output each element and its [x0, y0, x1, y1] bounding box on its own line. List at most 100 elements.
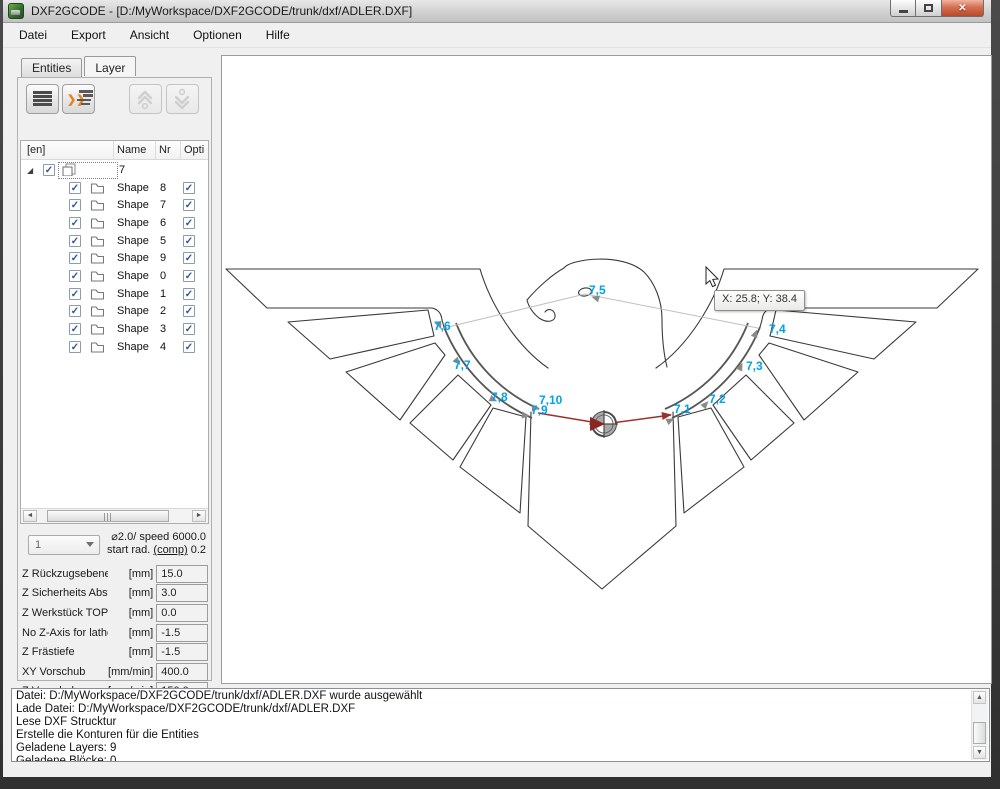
shape-icon	[90, 181, 104, 194]
move-layer-up-button[interactable]	[129, 84, 162, 114]
param-field[interactable]: -1.5	[156, 624, 208, 642]
tree-hscrollbar[interactable]: ◄ ►	[21, 508, 208, 523]
shape-checkbox[interactable]: ✓	[69, 217, 81, 229]
shape-nr: 1	[160, 288, 166, 300]
param-field[interactable]: 3.0	[156, 584, 208, 602]
chevron-down-icon	[167, 85, 198, 113]
log-lines: Datei: D:/MyWorkspace/DXF2GCODE/trunk/dx…	[16, 690, 969, 762]
shape-nr: 7	[160, 199, 166, 211]
shape-option-checkbox[interactable]: ✓	[183, 235, 195, 247]
path-marker-label: 7,6	[434, 319, 451, 333]
scroll-thumb[interactable]	[47, 510, 169, 522]
param-row: Z Sicherheits Abstand [mm] 3.0	[22, 584, 208, 604]
move-layer-down-button[interactable]	[166, 84, 199, 114]
shape-checkbox[interactable]: ✓	[69, 323, 81, 335]
shape-row[interactable]: ✓ Shape 4 ✓	[21, 339, 208, 356]
maximize-button[interactable]	[916, 0, 942, 17]
shape-option-checkbox[interactable]: ✓	[183, 323, 195, 335]
path-marker-label: 7,10	[539, 393, 562, 407]
param-field[interactable]: 0.0	[156, 604, 208, 622]
shape-row[interactable]: ✓ Shape 3 ✓	[21, 321, 208, 338]
shape-option-checkbox[interactable]: ✓	[183, 217, 195, 229]
close-button[interactable]: ✕	[942, 0, 984, 17]
shape-checkbox[interactable]: ✓	[69, 305, 81, 317]
shape-icon	[90, 287, 104, 300]
scroll-left-icon[interactable]: ◄	[23, 510, 37, 522]
shape-row[interactable]: ✓ Shape 1 ✓	[21, 286, 208, 303]
expand-list-button[interactable]: ❯❯	[62, 84, 95, 114]
menu-item-export[interactable]: Export	[61, 25, 116, 45]
shape-icon	[90, 234, 104, 247]
log-panel: Datei: D:/MyWorkspace/DXF2GCODE/trunk/dx…	[11, 688, 990, 762]
shape-checkbox[interactable]: ✓	[69, 270, 81, 282]
tool-select[interactable]: 1	[28, 535, 100, 555]
shape-checkbox[interactable]: ✓	[69, 341, 81, 353]
collapse-list-button[interactable]	[26, 84, 59, 114]
list-icon	[33, 91, 52, 107]
shape-option-checkbox[interactable]: ✓	[183, 252, 195, 264]
menu-item-hilfe[interactable]: Hilfe	[256, 25, 300, 45]
tab-entities[interactable]: Entities	[21, 58, 82, 78]
shape-checkbox[interactable]: ✓	[69, 199, 81, 211]
origin-symbol	[590, 410, 618, 438]
shape-checkbox[interactable]: ✓	[69, 252, 81, 264]
shape-name: Shape	[117, 235, 149, 247]
tree-header[interactable]: [en] Name Nr Opti	[21, 141, 208, 160]
layer-row[interactable]: ◢ ✓ 7	[21, 162, 208, 179]
comp-link[interactable]: (comp)	[153, 544, 187, 556]
shape-icon	[90, 198, 104, 211]
shape-row[interactable]: ✓ Shape 0 ✓	[21, 268, 208, 285]
shape-nr: 0	[160, 270, 166, 282]
param-field[interactable]: -1.5	[156, 643, 208, 661]
shape-name: Shape	[117, 252, 149, 264]
param-field[interactable]: 15.0	[156, 565, 208, 583]
shape-name: Shape	[117, 305, 149, 317]
log-vscrollbar[interactable]: ▲ ▼	[971, 690, 988, 760]
shape-checkbox[interactable]: ✓	[69, 182, 81, 194]
shape-option-checkbox[interactable]: ✓	[183, 270, 195, 282]
shape-option-checkbox[interactable]: ✓	[183, 288, 195, 300]
log-line: Lade Datei: D:/MyWorkspace/DXF2GCODE/tru…	[16, 703, 969, 716]
shape-row[interactable]: ✓ Shape 6 ✓	[21, 215, 208, 232]
shape-checkbox[interactable]: ✓	[69, 288, 81, 300]
expander-icon[interactable]: ◢	[27, 166, 33, 175]
menu-item-ansicht[interactable]: Ansicht	[120, 25, 179, 45]
scroll-right-icon[interactable]: ►	[192, 510, 206, 522]
minimize-button[interactable]	[890, 0, 916, 17]
shape-option-checkbox[interactable]: ✓	[183, 305, 195, 317]
path-marker-label: 7,4	[769, 322, 786, 336]
shape-row[interactable]: ✓ Shape 9 ✓	[21, 250, 208, 267]
menu-item-optionen[interactable]: Optionen	[183, 25, 252, 45]
title-bar[interactable]: DXF2GCODE - [D:/MyWorkspace/DXF2GCODE/tr…	[3, 0, 991, 23]
shape-option-checkbox[interactable]: ✓	[183, 341, 195, 353]
shape-nr: 2	[160, 305, 166, 317]
shape-icon	[90, 322, 104, 335]
shape-option-checkbox[interactable]: ✓	[183, 182, 195, 194]
column-language: [en]	[27, 144, 45, 156]
close-icon: ✕	[958, 3, 966, 14]
shape-row[interactable]: ✓ Shape 5 ✓	[21, 233, 208, 250]
shape-row[interactable]: ✓ Shape 7 ✓	[21, 197, 208, 214]
shape-row[interactable]: ✓ Shape 2 ✓	[21, 303, 208, 320]
shape-checkbox[interactable]: ✓	[69, 235, 81, 247]
shape-option-checkbox[interactable]: ✓	[183, 199, 195, 211]
param-label: No Z-Axis for lathe	[22, 627, 108, 639]
log-line: Datei: D:/MyWorkspace/DXF2GCODE/trunk/dx…	[16, 690, 969, 703]
layer-icon	[62, 163, 76, 176]
tool-info-line1: ⌀2.0/ speed 6000.0	[104, 531, 206, 544]
shape-icon	[90, 269, 104, 282]
shape-name: Shape	[117, 323, 149, 335]
shape-nr: 4	[160, 341, 166, 353]
param-field[interactable]: 400.0	[156, 663, 208, 681]
scroll-down-icon[interactable]: ▼	[973, 746, 986, 759]
drawing-canvas[interactable]: 7,17,27,37,47,57,67,77,87,97,10 X: 25.8;…	[221, 55, 992, 684]
log-scroll-thumb[interactable]	[973, 722, 986, 744]
menu-item-datei[interactable]: Datei	[9, 25, 57, 45]
window-controls: ✕	[890, 0, 984, 18]
tab-layer[interactable]: Layer	[84, 56, 136, 76]
scroll-up-icon[interactable]: ▲	[973, 691, 986, 704]
shape-row[interactable]: ✓ Shape 8 ✓	[21, 180, 208, 197]
shape-name: Shape	[117, 288, 149, 300]
layer-checkbox[interactable]: ✓	[43, 164, 55, 176]
param-unit: [mm]	[108, 568, 154, 580]
